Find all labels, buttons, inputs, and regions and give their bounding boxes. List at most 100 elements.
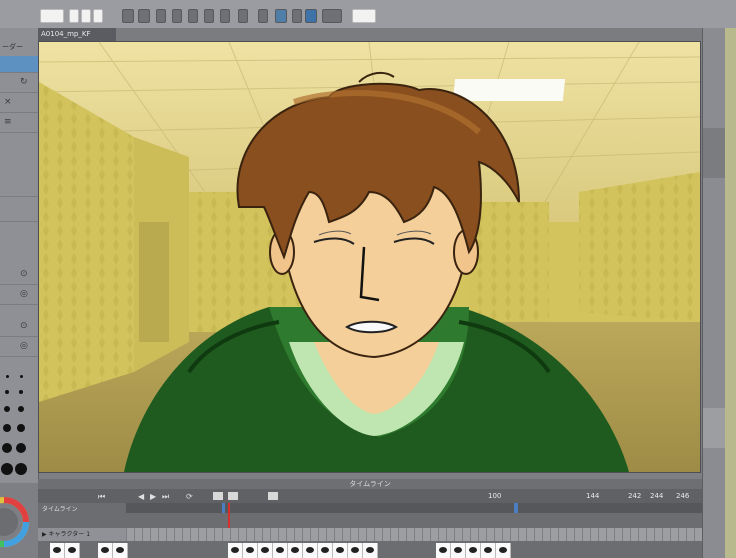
timeline-panel-header: タイムライン [38, 479, 702, 489]
loop-icon[interactable]: ⟳ [186, 493, 193, 501]
brush-size-dot[interactable] [18, 406, 24, 412]
cut-icon[interactable] [172, 9, 182, 23]
brush-size-dot[interactable] [16, 443, 26, 453]
brush-size-dot[interactable] [17, 424, 25, 432]
play-icon[interactable]: ▶ [150, 493, 156, 501]
add-cel-icon[interactable] [228, 492, 238, 500]
last-frame-icon[interactable]: ⏭ [162, 493, 169, 501]
tool-row[interactable]: ◎ [0, 286, 38, 305]
panel-section[interactable] [703, 408, 725, 448]
new-file-icon[interactable] [40, 9, 64, 23]
frame-number: 144 [586, 492, 600, 500]
cel-thumbnail[interactable] [496, 543, 511, 558]
first-frame-icon[interactable]: ⏮ [98, 493, 105, 501]
cel-thumbnail[interactable] [243, 543, 258, 558]
close-icon: × [4, 97, 12, 107]
frame-number: 242 [628, 492, 642, 500]
brush-size-dot[interactable] [19, 390, 23, 394]
panel-header-label: ーダー [2, 43, 23, 51]
frame-number: 100 [488, 492, 502, 500]
ruler-icon[interactable] [292, 9, 302, 23]
cel-thumbnail[interactable] [228, 543, 243, 558]
right-side-panel [702, 28, 736, 558]
timeline-ruler[interactable] [126, 503, 702, 531]
cel-thumbnail[interactable] [318, 543, 333, 558]
panel-scroll-area[interactable] [703, 128, 725, 178]
left-tool-panel: ーダー ↻ × ≡ ⊙ ◎ ⊙ ◎ [0, 28, 39, 483]
cel-thumbnail[interactable] [348, 543, 363, 558]
menu-icon: ≡ [4, 117, 12, 127]
artwork-illustration [39, 42, 700, 472]
transform-icon[interactable] [220, 9, 230, 23]
select-all-icon[interactable] [258, 9, 268, 23]
cel-thumbnail[interactable] [363, 543, 378, 558]
tool-row[interactable]: ≡ [0, 114, 38, 133]
copy-icon[interactable] [188, 9, 198, 23]
cel-thumbnail[interactable] [466, 543, 481, 558]
undo-icon[interactable] [122, 9, 134, 23]
brush-size-dot[interactable] [1, 463, 13, 475]
save-icon[interactable] [81, 9, 91, 23]
frame-number: 246 [676, 492, 690, 500]
timeline-toolbar: ⏮ ◀ ▶ ⏭ ⟳ 100 144 242 244 246 [38, 489, 702, 503]
onion-skin-icon[interactable] [268, 492, 278, 500]
cel-thumbnail[interactable] [303, 543, 318, 558]
open-file-icon[interactable] [69, 9, 79, 23]
cel-thumbnail[interactable] [50, 543, 65, 558]
target-icon: ◎ [20, 341, 28, 351]
track-name: タイムライン [42, 506, 78, 513]
cel-thumbnail[interactable] [436, 543, 451, 558]
prev-frame-icon[interactable]: ◀ [138, 493, 144, 501]
range-start-marker[interactable] [222, 503, 225, 513]
track-label[interactable]: ▶ キャラクター 1 [38, 528, 130, 541]
active-tool-row[interactable] [0, 56, 38, 73]
brush-size-dot[interactable] [2, 443, 12, 453]
cel-thumbnail[interactable] [65, 543, 80, 558]
frame-number: 244 [650, 492, 664, 500]
playhead[interactable] [228, 503, 230, 531]
top-toolbar [0, 0, 736, 29]
drawing-canvas[interactable] [38, 41, 701, 473]
cel-thumbnail[interactable] [98, 543, 113, 558]
tool-row[interactable]: × [0, 94, 38, 113]
paste-icon[interactable] [204, 9, 214, 23]
cel-thumbnail[interactable] [113, 543, 128, 558]
brush-size-dot[interactable] [20, 375, 23, 378]
snap-icon[interactable] [275, 9, 287, 23]
cel-thumbnail[interactable] [288, 543, 303, 558]
cel-thumbnail[interactable] [273, 543, 288, 558]
tool-row[interactable] [0, 203, 38, 222]
grid-icon[interactable] [305, 9, 317, 23]
cel-thumbnail[interactable] [481, 543, 496, 558]
cel-thumbnail[interactable] [258, 543, 273, 558]
view-menu-icon[interactable] [322, 9, 342, 23]
deselect-icon[interactable] [238, 9, 248, 23]
brush-size-dot[interactable] [5, 390, 9, 394]
timeline-body: タイムライン ▶ キャラクター 1 [38, 503, 702, 558]
canvas-title-bar [116, 28, 702, 41]
track-frames[interactable] [126, 528, 702, 541]
target-icon: ⊙ [20, 269, 28, 279]
cel-thumbnail[interactable] [451, 543, 466, 558]
tool-row[interactable]: ◎ [0, 338, 38, 357]
tool-row[interactable] [0, 178, 38, 197]
tool-row[interactable]: ↻ [0, 74, 38, 93]
target-icon: ⊙ [20, 321, 28, 331]
target-icon: ◎ [20, 289, 28, 299]
keyframe-icon[interactable] [213, 492, 223, 500]
color-wheel-icon[interactable] [0, 487, 30, 558]
range-end-marker[interactable] [514, 503, 518, 513]
rotate-icon: ↻ [20, 77, 28, 87]
document-tab[interactable]: A0104_mp_KF [38, 28, 119, 41]
brush-size-dot[interactable] [3, 424, 11, 432]
tool-row[interactable]: ⊙ [0, 318, 38, 337]
brush-size-dot[interactable] [15, 463, 27, 475]
settings-icon[interactable] [352, 9, 376, 23]
export-icon[interactable] [93, 9, 103, 23]
cel-thumbnail[interactable] [333, 543, 348, 558]
redo-icon[interactable] [138, 9, 150, 23]
brush-size-dot[interactable] [4, 406, 10, 412]
brush-size-dot[interactable] [6, 375, 9, 378]
tool-row[interactable]: ⊙ [0, 266, 38, 285]
clear-icon[interactable] [156, 9, 166, 23]
